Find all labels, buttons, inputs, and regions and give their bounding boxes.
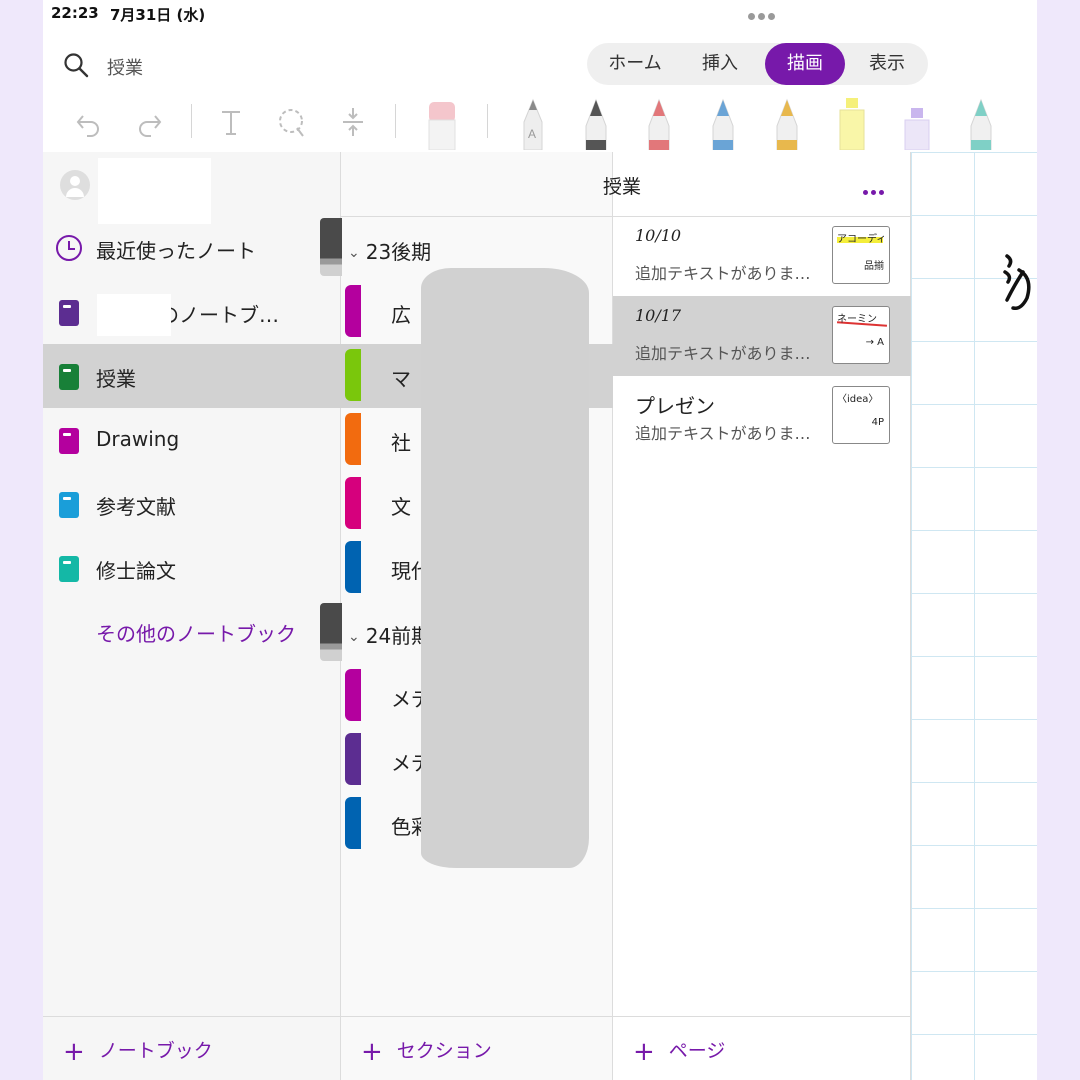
ribbon-tabs: ホーム 挿入 描画 表示 [587, 43, 928, 85]
notebook-icon [59, 428, 79, 454]
page-title: 10/17 [635, 306, 682, 325]
notebook-item[interactable]: 修士論文 [43, 536, 341, 600]
notebook-item-selected[interactable]: 授業 [43, 344, 341, 408]
notebook-item[interactable]: 参考文献 [43, 472, 341, 536]
search-query[interactable]: 授業 [107, 54, 143, 80]
notebook-icon [59, 556, 79, 582]
status-time: 22:23 [51, 4, 99, 22]
section-group-label: 23後期 [365, 240, 432, 264]
page-preview-text: 追加テキストがありま… [635, 264, 811, 283]
add-page-label: ページ [668, 1040, 726, 1062]
pen-yellow-icon[interactable] [772, 96, 802, 150]
lasso-icon[interactable] [275, 104, 307, 140]
insert-space-icon[interactable] [337, 104, 369, 140]
thumbnail-text: → A [865, 337, 884, 348]
clock-icon [56, 235, 82, 261]
tab-view[interactable]: 表示 [851, 43, 923, 85]
onenote-app: 22:23 7月31日 (水) 授業 ホーム 挿入 描画 表示 A 授業 最近使… [43, 0, 1037, 1080]
avatar[interactable] [60, 170, 90, 200]
page-preview-text: 追加テキストがありま… [635, 344, 811, 363]
plus-icon: + [63, 1037, 85, 1067]
undo-icon[interactable] [73, 104, 105, 140]
status-date: 7月31日 (水) [110, 6, 206, 24]
redo-icon[interactable] [133, 104, 165, 140]
recent-notes-item[interactable]: 最近使ったノート [43, 216, 341, 280]
pencil-icon[interactable]: A [518, 96, 548, 150]
pane-title: 授業 [603, 176, 642, 198]
section-color-tab [345, 669, 361, 721]
plus-icon: + [633, 1037, 655, 1067]
recent-notes-label: 最近使ったノート [96, 239, 256, 263]
pen-black-icon[interactable] [581, 96, 611, 150]
bottom-divider [43, 1016, 911, 1017]
section-color-tab [345, 413, 361, 465]
notebook-label: 授業 [96, 367, 136, 391]
toolbar-divider [395, 104, 396, 138]
text-icon[interactable] [215, 104, 247, 140]
toolbar-divider [191, 104, 192, 138]
thumbnail-text: 4P [871, 417, 884, 428]
add-notebook-label: ノートブック [98, 1040, 213, 1062]
page-item-selected[interactable]: 10/17 追加テキストがありま… ネーミン → A [613, 296, 911, 376]
notebook-name-redacted [97, 294, 171, 336]
draw-toolbar: A [43, 96, 1037, 152]
svg-text:A: A [528, 127, 536, 141]
thumbnail-text: ネーミン [837, 314, 877, 325]
notebook-label: 修士論文 [96, 559, 176, 583]
thumbnail-text: アコーディ [837, 234, 887, 245]
add-page-button[interactable]: + ページ [633, 1036, 725, 1067]
notebook-item[interactable]: んのノートブ… [43, 280, 341, 344]
highlighter-purple-icon[interactable] [899, 96, 935, 150]
section-color-tab [345, 733, 361, 785]
eraser-icon[interactable] [426, 96, 458, 150]
pen-blue-icon[interactable] [708, 96, 738, 150]
section-names-redacted [421, 268, 589, 868]
page-item[interactable]: プレゼン 追加テキストがありま… 〈idea〉 4P [613, 376, 911, 456]
notebook-icon [59, 300, 79, 326]
notebook-label: Drawing [96, 427, 180, 451]
add-section-label: セクション [396, 1040, 492, 1062]
section-group-stack-icon [320, 603, 342, 661]
pen-teal-icon[interactable] [966, 96, 996, 150]
plus-icon: + [361, 1037, 383, 1067]
notebook-icon [59, 364, 79, 390]
notebook-label: 参考文献 [96, 495, 176, 519]
highlighter-yellow-icon[interactable] [834, 96, 870, 150]
page-preview-text: 追加テキストがありま… [635, 424, 811, 443]
page-thumbnail: ネーミン → A [832, 306, 890, 364]
section-color-tab [345, 541, 361, 593]
add-notebook-button[interactable]: + ノートブック [63, 1036, 213, 1067]
handwriting-ink [1003, 254, 1031, 311]
chevron-down-icon: ⌄ [348, 629, 360, 645]
more-options-icon[interactable] [863, 180, 889, 195]
section-group-24-early[interactable]: ⌄ 24前期 [348, 620, 431, 649]
chevron-down-icon: ⌄ [348, 245, 360, 261]
account-name-redacted [98, 158, 211, 224]
section-group-23-later[interactable]: ⌄ 23後期 [348, 236, 431, 265]
page-thumbnail: 〈idea〉 4P [832, 386, 890, 444]
more-notebooks-link[interactable]: その他のノートブック [96, 618, 296, 647]
status-bar: 22:23 7月31日 (水) [43, 0, 1037, 28]
page-item[interactable]: 10/10 追加テキストがありま… アコーディ 品揃 [613, 216, 911, 296]
multitask-dots-icon[interactable] [748, 5, 778, 20]
search-icon[interactable] [63, 52, 89, 78]
toolbar-divider [487, 104, 488, 138]
page-title: 10/10 [635, 226, 682, 245]
tab-insert[interactable]: 挿入 [685, 43, 755, 85]
pen-red-icon[interactable] [644, 96, 674, 150]
tab-draw[interactable]: 描画 [765, 43, 845, 85]
thumbnail-text: 品揃 [864, 261, 884, 272]
page-title: プレゼン [635, 394, 715, 418]
notebook-icon [59, 492, 79, 518]
thumbnail-text: 〈idea〉 [837, 394, 879, 405]
tab-home[interactable]: ホーム [591, 43, 679, 85]
section-color-tab [345, 349, 361, 401]
section-color-tab [345, 797, 361, 849]
section-group-stack-icon [320, 218, 342, 276]
page-thumbnail: アコーディ 品揃 [832, 226, 890, 284]
add-section-button[interactable]: + セクション [361, 1036, 492, 1067]
section-color-tab [345, 285, 361, 337]
notebook-item[interactable]: Drawing [43, 408, 341, 472]
section-color-tab [345, 477, 361, 529]
